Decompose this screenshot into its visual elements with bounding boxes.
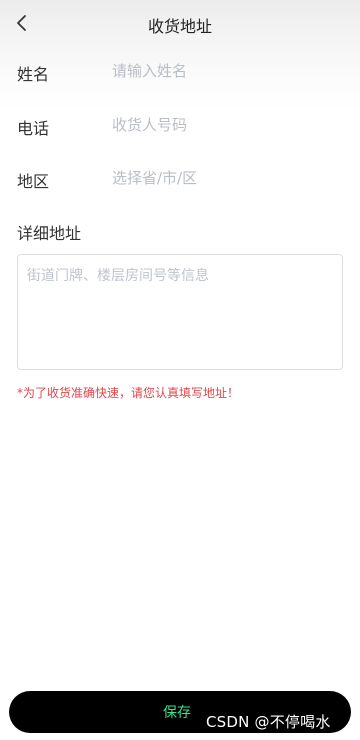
region-row[interactable]: 地区	[0, 163, 360, 193]
address-tip: *为了收货准确快速，请您认真填写地址！	[17, 386, 240, 400]
phone-label: 电话	[17, 119, 50, 138]
phone-input[interactable]	[112, 110, 332, 140]
save-button-label: 保存	[163, 705, 191, 721]
name-row: 姓名	[0, 56, 360, 86]
detail-address-label: 详细地址	[17, 224, 82, 243]
nav-bar: 收货地址	[0, 0, 360, 46]
page-title: 收货地址	[147, 17, 212, 36]
save-button[interactable]: 保存	[9, 691, 351, 733]
name-input[interactable]	[112, 56, 332, 86]
region-label: 地区	[17, 172, 50, 191]
name-label: 姓名	[17, 65, 50, 84]
phone-row: 电话	[0, 110, 360, 140]
region-picker[interactable]	[112, 163, 332, 193]
detail-address-textarea[interactable]	[17, 254, 343, 370]
